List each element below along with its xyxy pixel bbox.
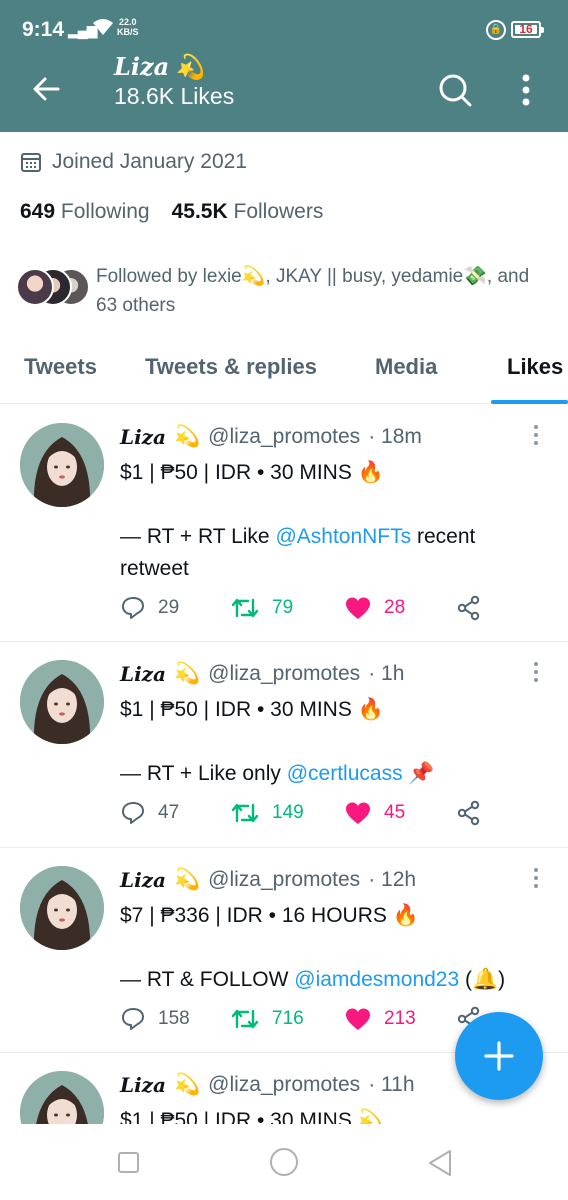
reply-icon [122,1008,144,1030]
shooting-star-icon: 💫 [175,52,206,81]
tweet-actions: 158 716 213 [120,1006,500,1036]
tweet[interactable]: Liza 💫 @liza_promotes · 18m $1 | ₱50 | I… [0,405,568,642]
battery-level: 16 [519,22,533,36]
share-button[interactable] [456,595,482,621]
like-button[interactable]: 213 [344,1006,416,1032]
system-nav-bar [0,1124,568,1200]
retweet-button[interactable]: 149 [230,800,304,826]
tweet-handle[interactable]: @liza_promotes [208,425,360,449]
header-likes-count: 18.6K Likes [114,83,235,109]
tweet-handle[interactable]: @liza_promotes [208,662,360,686]
tweet-text: $7 | ₱336 | IDR • 16 HOURS 🔥 — RT & FOLL… [120,904,506,991]
share-button[interactable] [456,800,482,826]
tweet-text: $1 | ₱50 | IDR • 30 MINS 💫 [120,1109,384,1124]
joined-date: Joined January 2021 [20,150,247,174]
header-title: Liza 💫 18.6K Likes [114,52,234,110]
recent-apps-button[interactable] [118,1152,139,1173]
tab-tweets-replies[interactable]: Tweets & replies [145,354,317,380]
reply-button[interactable]: 29 [120,595,179,621]
tweet-header: Liza 💫 @liza_promotes · 18m [120,425,422,449]
search-icon[interactable] [437,72,473,108]
retweet-icon [231,598,259,618]
tweet-author-name[interactable]: Liza [120,868,166,892]
more-vertical-icon[interactable] [530,866,542,890]
follower-avatars [16,268,94,308]
like-button[interactable]: 45 [344,800,405,826]
active-tab-indicator [491,400,568,404]
tweet-header: Liza 💫 @liza_promotes · 1h [120,662,404,686]
back-arrow-icon[interactable] [30,72,64,106]
more-vertical-icon[interactable] [530,660,542,684]
header-name: Liza 💫 [114,52,206,81]
retweet-icon [231,803,259,823]
compose-plus-icon [484,1041,514,1071]
tweet-actions: 47 149 45 [120,800,500,830]
network-speed: 22.0 KB/S [117,17,139,37]
avatar[interactable] [20,660,104,744]
calendar-icon [21,153,41,172]
retweet-button[interactable]: 716 [230,1006,304,1032]
nav-back-icon[interactable] [426,1148,454,1178]
tweet-actions: 29 79 28 [120,595,500,625]
followed-by-text: Followed by lexie💫, JKAY || busy, yedami… [96,266,530,316]
profile-header: Liza 💫 18.6K Likes [0,52,568,132]
shooting-star-icon: 💫 [173,1073,201,1096]
tweet-handle[interactable]: @liza_promotes [208,1073,360,1097]
avatar[interactable] [20,423,104,507]
heart-icon [346,802,370,824]
retweet-button[interactable]: 79 [230,595,293,621]
shooting-star-icon: 💫 [173,425,201,448]
tweet-handle[interactable]: @liza_promotes [208,868,360,892]
tweet-author-name[interactable]: Liza [120,662,166,686]
wifi-icon [92,17,114,43]
follow-counts: 649 Following 45.5K Followers [20,200,323,224]
avatar[interactable] [20,866,104,950]
tweet-header: Liza 💫 @liza_promotes · 11h [120,1073,415,1097]
tweet-author-name[interactable]: Liza [120,425,166,449]
tab-media[interactable]: Media [375,354,437,380]
tweet-text: $1 | ₱50 | IDR • 30 MINS 🔥 — RT + RT Lik… [120,461,476,580]
battery-icon: 16 [511,21,544,38]
home-button[interactable] [270,1148,298,1176]
more-vertical-icon[interactable] [515,70,537,110]
reply-icon [122,802,144,824]
tweet-text: $1 | ₱50 | IDR • 30 MINS 🔥 — RT + Like o… [120,698,435,785]
shooting-star-icon: 💫 [173,662,201,685]
tab-likes[interactable]: Likes [507,354,563,380]
tweet-time: · 1h [368,662,405,685]
heart-icon [346,1008,370,1030]
followers-link[interactable]: 45.5K Followers [172,200,324,223]
reply-button[interactable]: 47 [120,800,179,826]
more-vertical-icon[interactable] [530,423,542,447]
share-icon [457,800,480,826]
compose-tweet-button[interactable] [455,1012,543,1100]
rotation-lock-icon: 🔒 [486,20,506,40]
tweet-author-name[interactable]: Liza [120,1073,166,1097]
following-link[interactable]: 649 Following [20,200,150,223]
heart-icon [346,597,370,619]
tweet-time: · 12h [368,868,417,891]
tweet-header: Liza 💫 @liza_promotes · 12h [120,868,416,892]
status-bar: 9:14 ▂▄▆ 22.0 KB/S 🔒 16 [0,0,568,60]
tab-tweets[interactable]: Tweets [24,354,97,380]
reply-button[interactable]: 158 [120,1006,190,1032]
share-icon [457,595,480,621]
tweet-time: · 18m [368,425,422,448]
tweet[interactable]: Liza 💫 @liza_promotes · 1h $1 | ₱50 | ID… [0,642,568,848]
avatar[interactable] [20,1071,104,1124]
retweet-icon [231,1009,259,1029]
mention-link[interactable]: @iamdesmond23 [294,968,459,991]
tweet-time: · 11h [368,1073,415,1096]
status-time: 9:14 [22,18,65,41]
like-button[interactable]: 28 [344,595,405,621]
avatar [16,268,54,306]
mention-link[interactable]: @AshtonNFTs [275,525,411,548]
shooting-star-icon: 💫 [173,868,201,891]
mention-link[interactable]: @certlucass [287,762,403,785]
profile-tabs: Tweets Tweets & replies Media Likes [0,340,568,404]
reply-icon [122,597,144,619]
